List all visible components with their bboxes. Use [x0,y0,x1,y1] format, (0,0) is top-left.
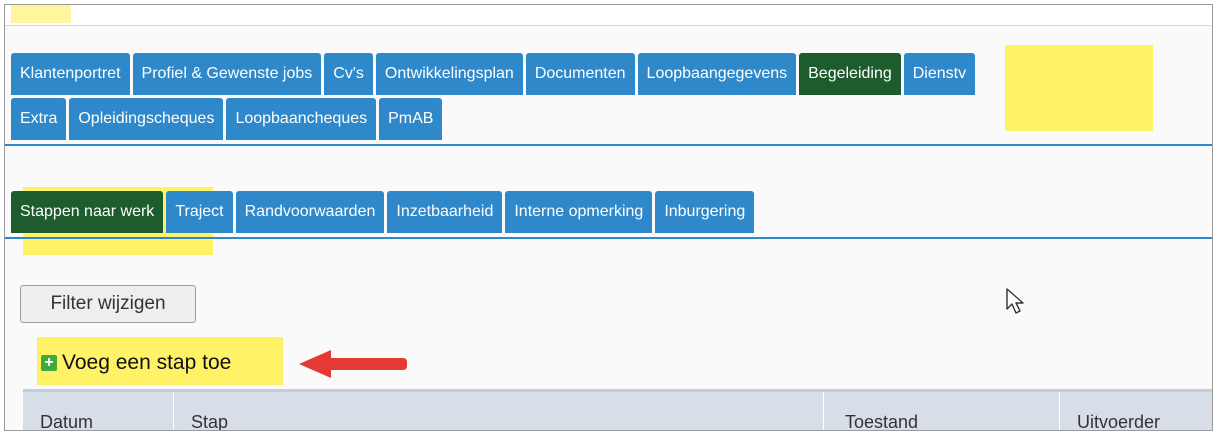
sub-tabs: Stappen naar werk Traject Randvoorwaarde… [11,191,755,233]
tab-begeleiding[interactable]: Begeleiding [799,53,901,95]
plus-icon: + [41,355,57,371]
tab-extra[interactable]: Extra [11,98,67,140]
subtab-randvoorwaarden[interactable]: Randvoorwaarden [235,191,385,233]
tab-profiel-gewenste-jobs[interactable]: Profiel & Gewenste jobs [132,53,322,95]
tab-pmab[interactable]: PmAB [379,98,443,140]
column-separator [1059,392,1060,430]
main-tabs-row-1: Klantenportret Profiel & Gewenste jobs C… [11,53,976,95]
subtab-traject[interactable]: Traject [166,191,233,233]
column-header-stap[interactable]: Stap [191,412,228,430]
tab-documenten[interactable]: Documenten [525,53,635,95]
column-header-uitvoerder[interactable]: Uitvoerder [1077,412,1160,430]
add-step-label: Voeg een stap toe [62,351,232,374]
add-step-link[interactable]: + Voeg een stap toe [41,351,231,375]
highlight-marker [11,5,71,23]
main-tabs-row-2: Extra Opleidingscheques Loopbaancheques … [11,98,443,140]
app-frame: Klantenportret Profiel & Gewenste jobs C… [4,4,1213,431]
tab-ontwikkelingsplan[interactable]: Ontwikkelingsplan [375,53,523,95]
tab-klantenportret[interactable]: Klantenportret [11,53,130,95]
tabs-divider [5,144,1212,146]
steps-table-header: Datum Stap Toestand Uitvoerder [23,389,1212,430]
subtabs-divider [5,237,1212,239]
mouse-cursor-icon [1006,288,1024,314]
tab-opleidingscheques[interactable]: Opleidingscheques [69,98,224,140]
column-header-datum[interactable]: Datum [40,412,93,430]
subtab-inburgering[interactable]: Inburgering [655,191,755,233]
tab-loopbaangegevens[interactable]: Loopbaangegevens [637,53,797,95]
tab-loopbaancheques[interactable]: Loopbaancheques [226,98,377,140]
highlight-begeleiding [1005,45,1153,131]
column-separator [173,392,174,430]
top-strip [5,5,1212,26]
tab-cvs[interactable]: Cv's [324,53,373,95]
column-header-toestand[interactable]: Toestand [845,412,918,430]
filter-button[interactable]: Filter wijzigen [20,285,196,323]
pointer-arrow-icon [299,350,407,378]
subtab-interne-opmerking[interactable]: Interne opmerking [505,191,653,233]
tab-dienstv[interactable]: Dienstv [903,53,976,95]
subtab-stappen-naar-werk[interactable]: Stappen naar werk [11,191,164,233]
subtab-inzetbaarheid[interactable]: Inzetbaarheid [387,191,503,233]
column-separator [823,392,824,430]
